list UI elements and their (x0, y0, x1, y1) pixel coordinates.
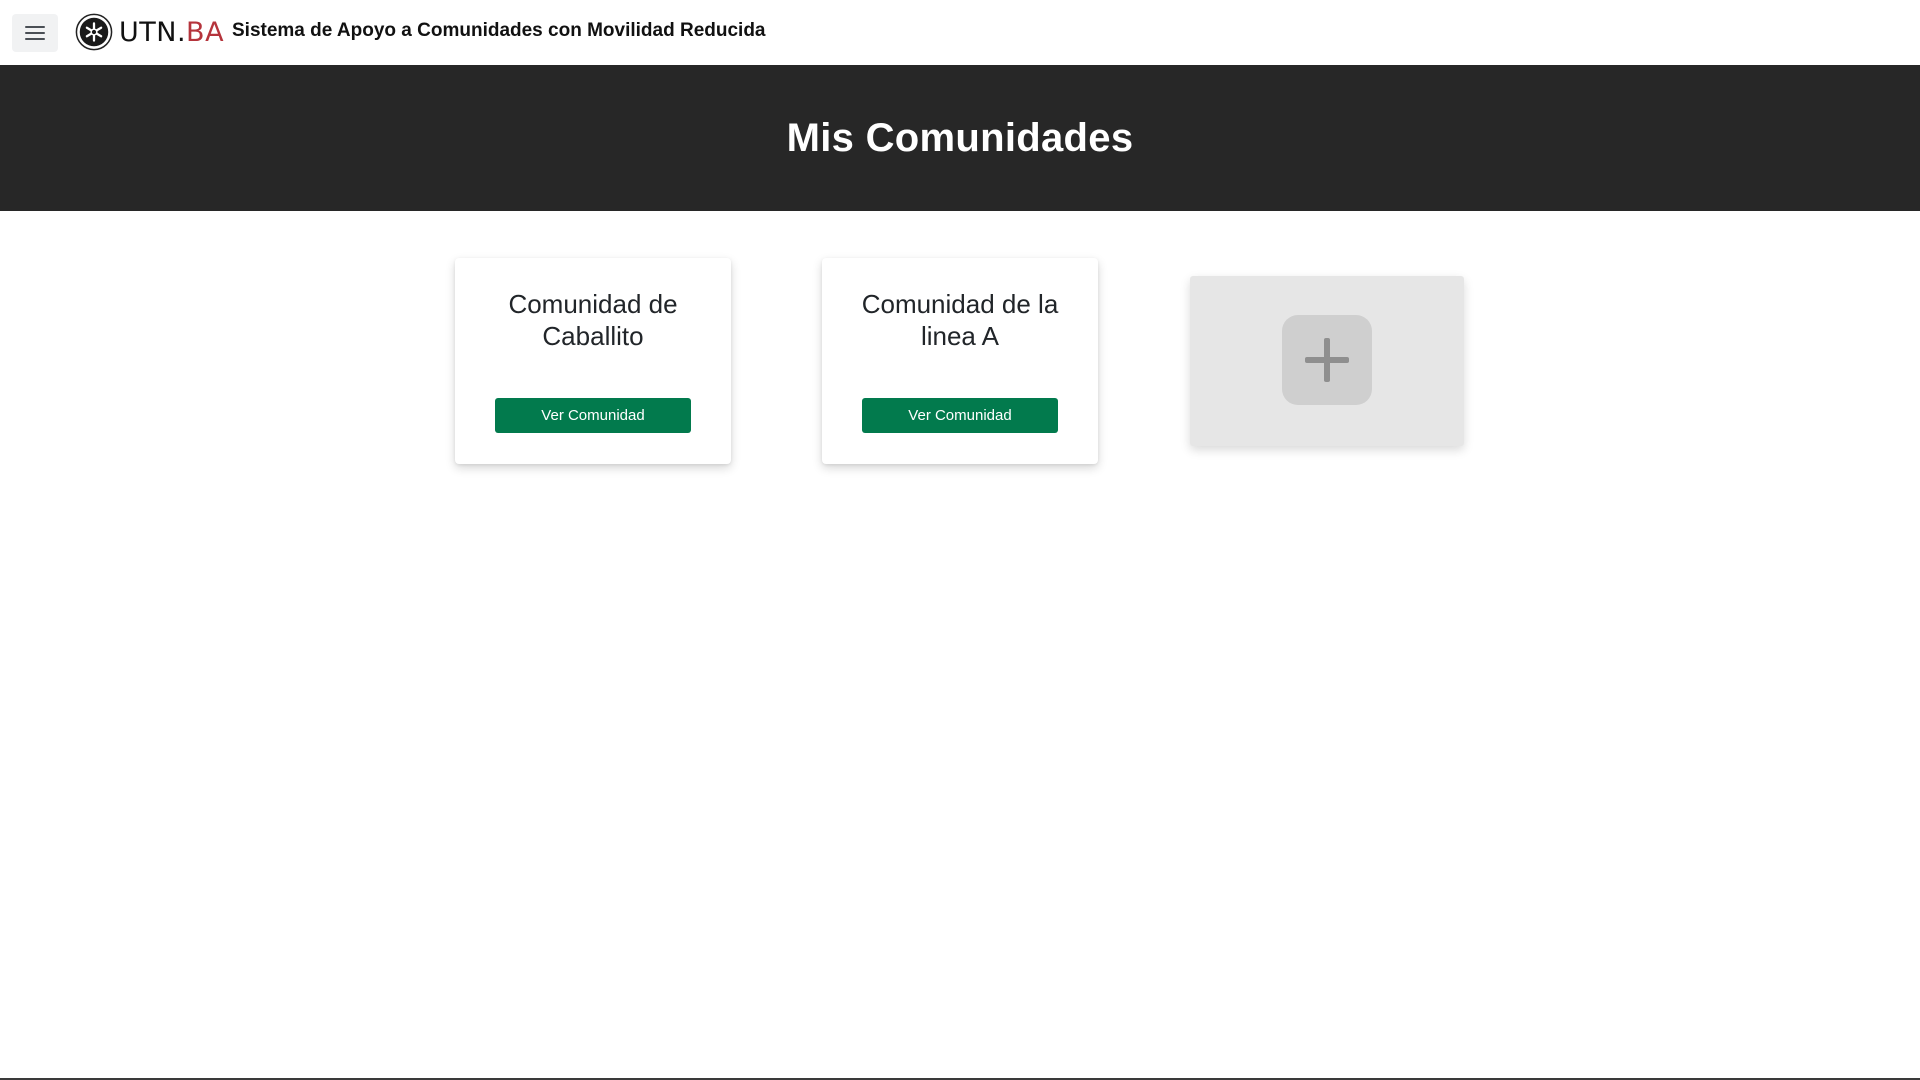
community-card: Comunidad de Caballito Ver Comunidad (455, 258, 731, 464)
plus-icon (1282, 315, 1372, 405)
community-card-title: Comunidad de la linea A (861, 289, 1059, 351)
brand-logo[interactable]: UTN.BA (75, 12, 224, 52)
view-community-button[interactable]: Ver Comunidad (862, 398, 1058, 433)
view-community-button[interactable]: Ver Comunidad (495, 398, 691, 433)
app-title: Sistema de Apoyo a Comunidades con Movil… (232, 20, 766, 41)
page-header-banner: Mis Comunidades (0, 65, 1920, 211)
add-community-card[interactable] (1190, 276, 1464, 446)
community-card: Comunidad de la linea A Ver Comunidad (822, 258, 1098, 464)
community-card-title: Comunidad de Caballito (508, 289, 678, 351)
brand-wordmark-accent: BA (186, 16, 225, 48)
utn-seal-icon (75, 13, 113, 51)
top-navbar: UTN.BA Sistema de Apoyo a Comunidades co… (0, 0, 1920, 65)
hamburger-menu-icon (25, 26, 45, 40)
brand-wordmark: UTN.BA (119, 17, 224, 48)
brand-wordmark-main: UTN. (119, 16, 187, 48)
page-title: Mis Comunidades (786, 115, 1134, 160)
menu-toggle-button[interactable] (12, 14, 58, 52)
